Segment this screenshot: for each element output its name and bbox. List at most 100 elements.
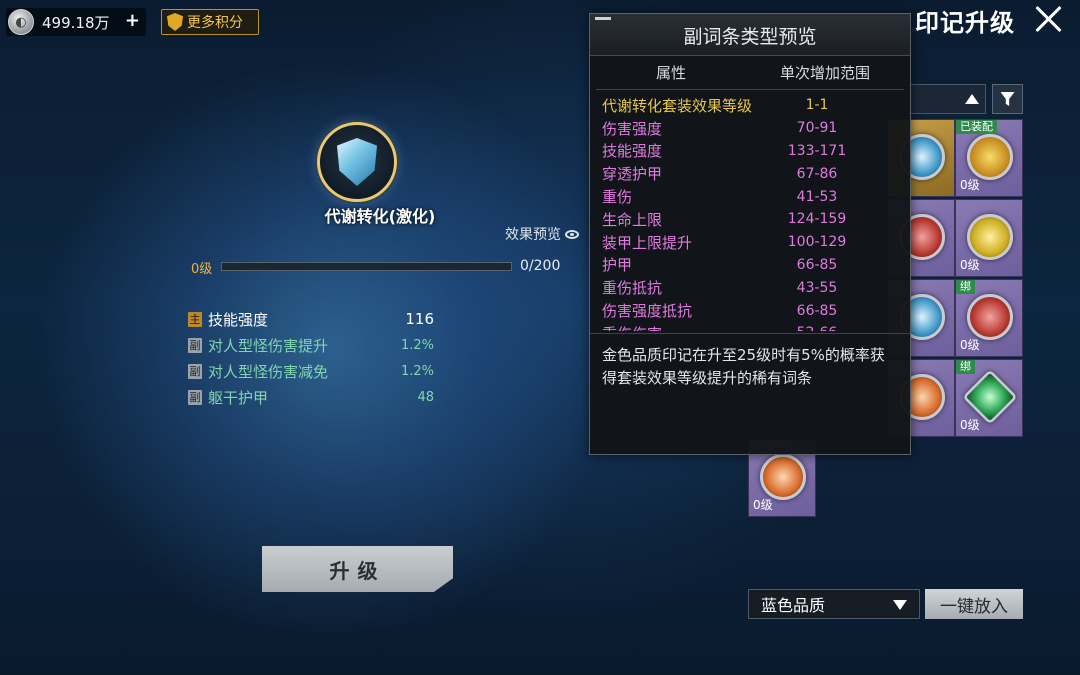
eye-icon: [565, 229, 579, 239]
chevron-down-icon: [893, 600, 907, 610]
affix-attribute: 装甲上限提升: [602, 233, 693, 252]
item-level: 0级: [753, 498, 773, 512]
stat-row: 副 躯干护甲 48: [188, 384, 438, 410]
item-level: 0级: [960, 258, 980, 272]
column-header-range: 单次增加范围: [779, 64, 870, 82]
affix-row: 生命上限 124-159: [596, 208, 904, 231]
effect-preview-label: 效果预览: [505, 227, 561, 243]
affix-attribute: 穿透护甲: [602, 165, 663, 184]
equipped-tag: 已装配: [956, 120, 997, 134]
gold-emblem-icon: [967, 134, 1013, 180]
stat-value: 1.2%: [400, 363, 434, 379]
stat-tag: 副: [188, 337, 202, 353]
affix-range: 124-159: [787, 211, 847, 228]
affix-range: 41-53: [796, 188, 838, 205]
affix-range: 133-171: [787, 142, 847, 159]
stat-value: 48: [417, 389, 434, 405]
affix-attribute: 代谢转化套装效果等级: [602, 96, 753, 115]
stat-value: 116: [405, 310, 434, 328]
badge-emblem: [317, 122, 397, 202]
affix-row: 重伤 41-53: [596, 185, 904, 208]
affix-attribute: 重伤: [602, 188, 633, 207]
upgrade-button[interactable]: 升级: [262, 546, 453, 592]
bound-tag: 绑: [956, 360, 975, 374]
yellow-emblem-icon: [967, 214, 1013, 260]
affix-range: 66-85: [796, 302, 838, 319]
level-label: 0级: [191, 262, 213, 277]
orange-emblem-icon: [760, 454, 806, 500]
inventory-item[interactable]: 0级: [955, 199, 1023, 277]
filter-button[interactable]: [992, 84, 1023, 114]
item-level: 0级: [960, 178, 980, 192]
currency-display: ◐ 499.18万 +: [6, 8, 146, 36]
one-click-insert-button[interactable]: 一键放入: [925, 589, 1023, 619]
header: 印记升级: [887, 0, 1077, 40]
stat-row: 主 技能强度 116: [188, 306, 438, 332]
popup-title: 副词条类型预览: [590, 14, 910, 56]
add-currency-button[interactable]: +: [125, 10, 140, 31]
affix-attribute: 生命上限: [602, 210, 663, 229]
effect-preview-button[interactable]: 效果预览: [505, 224, 579, 244]
popup-note: 金色品质印记在升至25级时有5%的概率获得套装效果等级提升的稀有词条: [602, 346, 885, 387]
inventory-item[interactable]: 已装配 0级: [955, 119, 1023, 197]
affix-range: 100-129: [787, 234, 847, 251]
affix-row: 重伤抵抗 43-55: [596, 276, 904, 299]
silver-coin-icon: ◐: [8, 9, 34, 35]
affix-range: 52-66: [766, 325, 904, 331]
xp-progress-bar: [221, 262, 512, 271]
filter-icon: [1000, 92, 1015, 106]
affix-attribute: 护甲: [602, 256, 633, 275]
affix-attribute: 重伤伤害: [596, 323, 766, 331]
xp-progress-text: 0/200: [520, 258, 561, 274]
stat-tag: 主: [188, 311, 202, 327]
triangle-up-icon: [965, 94, 979, 104]
popup-header-row: 属性 单次增加范围: [596, 56, 904, 90]
stats-list: 主 技能强度 116 副 对人型怪伤害提升 1.2% 副 对人型怪伤害减免 1.…: [188, 306, 438, 410]
affix-preview-popup: 副词条类型预览 属性 单次增加范围 代谢转化套装效果等级 1-1 伤害强度 70-91…: [589, 13, 911, 455]
affix-attribute: 技能强度: [602, 142, 663, 161]
item-level: 0级: [960, 418, 980, 432]
close-icon[interactable]: [1033, 4, 1063, 34]
affix-range: 1-1: [805, 97, 829, 114]
sort-dropdown[interactable]: [902, 84, 986, 114]
quality-select-value: 蓝色品质: [761, 596, 826, 615]
stat-name: 技能强度: [208, 310, 269, 329]
item-level: 0级: [960, 338, 980, 352]
red-emblem-icon: [967, 294, 1013, 340]
bound-tag: 绑: [956, 280, 975, 294]
stat-name: 对人型怪伤害减免: [208, 362, 329, 381]
affix-row: 技能强度 133-171: [596, 140, 904, 163]
page-title: 印记升级: [915, 8, 1015, 37]
inventory-item[interactable]: 绑 0级: [955, 279, 1023, 357]
quality-select[interactable]: 蓝色品质: [748, 589, 920, 619]
column-header-attribute: 属性: [655, 64, 686, 82]
affix-row: 装甲上限提升 100-129: [596, 231, 904, 254]
affix-range: 67-86: [796, 165, 838, 182]
stat-row: 副 对人型怪伤害减免 1.2%: [188, 358, 438, 384]
inventory-item[interactable]: 绑 0级: [955, 359, 1023, 437]
affix-range: 70-91: [796, 120, 838, 137]
affix-row: 护甲 66-85: [596, 254, 904, 277]
affix-attribute: 重伤抵抗: [602, 279, 663, 298]
affix-row: 代谢转化套装效果等级 1-1: [596, 94, 904, 117]
affix-list[interactable]: 代谢转化套装效果等级 1-1 伤害强度 70-91 技能强度 133-171 穿透护甲 67-…: [596, 94, 904, 331]
affix-row: 伤害强度 70-91: [596, 117, 904, 140]
stat-tag: 副: [188, 363, 202, 379]
more-points-label: 更多积分: [187, 15, 243, 31]
currency-amount: 499.18万: [42, 13, 110, 32]
badge-name: 代谢转化(激化): [324, 207, 436, 226]
stat-name: 躯干护甲: [208, 388, 269, 407]
affix-attribute: 伤害强度: [602, 119, 663, 138]
stat-value: 1.2%: [400, 337, 434, 353]
popup-handle: [595, 17, 611, 20]
affix-row: 重伤伤害52-66: [596, 322, 904, 331]
affix-row: 伤害强度抵抗 66-85: [596, 299, 904, 322]
shield-icon: [337, 138, 377, 186]
more-points-button[interactable]: 更多积分: [161, 9, 259, 35]
stat-tag: 副: [188, 389, 202, 405]
stat-name: 对人型怪伤害提升: [208, 336, 329, 355]
points-shield-icon: [167, 13, 183, 31]
stat-row: 副 对人型怪伤害提升 1.2%: [188, 332, 438, 358]
affix-attribute: 伤害强度抵抗: [602, 302, 693, 321]
affix-row: 穿透护甲 67-86: [596, 162, 904, 185]
